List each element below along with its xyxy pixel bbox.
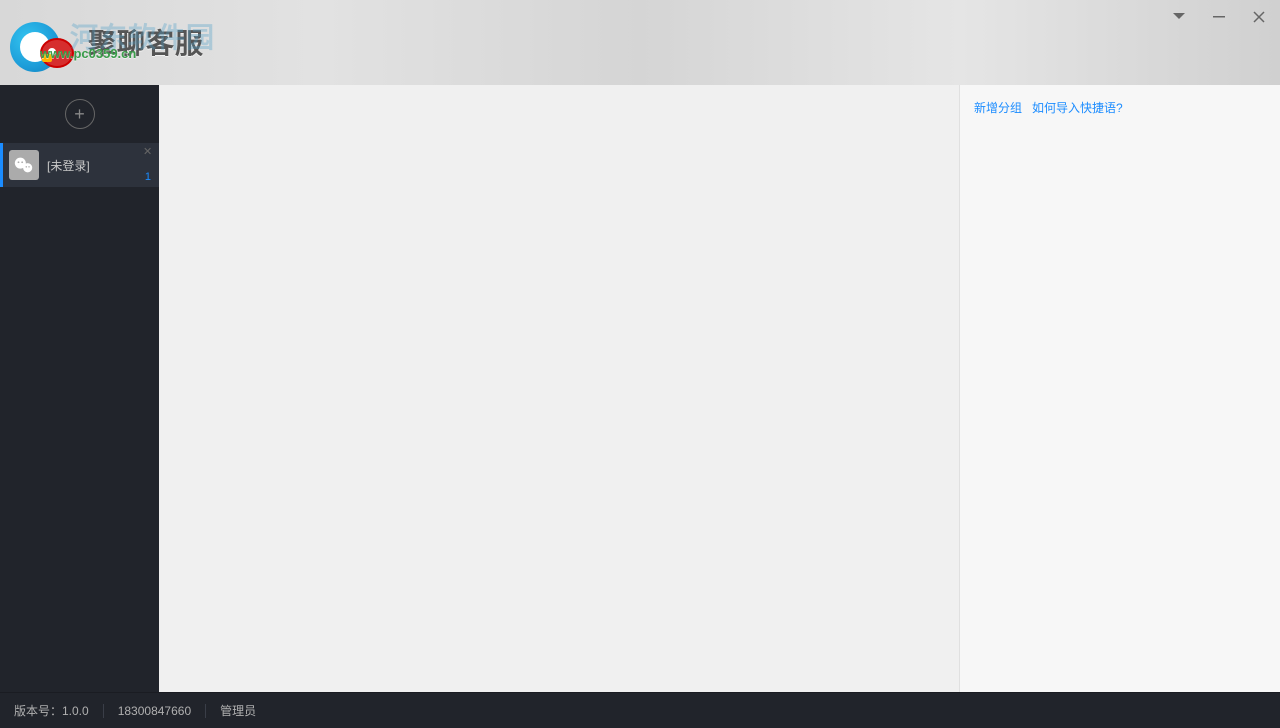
account-status-label: [未登录]: [47, 157, 90, 174]
user-role: 管理员: [206, 704, 270, 718]
right-links: 新增分组 如何导入快捷语?: [974, 99, 1266, 116]
account-item[interactable]: [未登录] ✕ 1: [0, 143, 159, 187]
right-panel: 新增分组 如何导入快捷语?: [960, 85, 1280, 692]
center-panel: [159, 85, 960, 692]
logo-area: 河东软件园 聚聊客服 www.pc0359.cn: [0, 0, 204, 85]
add-section: +: [0, 85, 159, 143]
close-account-icon[interactable]: ✕: [143, 147, 153, 157]
import-shortcuts-link[interactable]: 如何导入快捷语?: [1032, 99, 1123, 116]
statusbar: 版本号：1.0.0 18300847660 管理员: [0, 692, 1280, 728]
session-id: 18300847660: [104, 704, 206, 718]
main-content: + [未登录] ✕ 1 新增分组 如何导入快捷语?: [0, 85, 1280, 692]
titlebar: 河东软件园 聚聊客服 www.pc0359.cn: [0, 0, 1280, 85]
version-label: 版本号：1.0.0: [14, 704, 104, 718]
minimize-icon[interactable]: [1208, 8, 1230, 26]
wechat-icon: [9, 150, 39, 180]
add-account-button[interactable]: +: [65, 99, 95, 129]
add-group-link[interactable]: 新增分组: [974, 99, 1022, 116]
account-badge: 1: [145, 171, 151, 183]
window-controls: [1168, 0, 1280, 85]
sidebar: + [未登录] ✕ 1: [0, 85, 159, 692]
close-icon[interactable]: [1248, 8, 1270, 26]
watermark-text: www.pc0359.cn: [40, 46, 136, 61]
menu-icon[interactable]: [1168, 8, 1190, 26]
plus-icon: +: [74, 104, 85, 125]
